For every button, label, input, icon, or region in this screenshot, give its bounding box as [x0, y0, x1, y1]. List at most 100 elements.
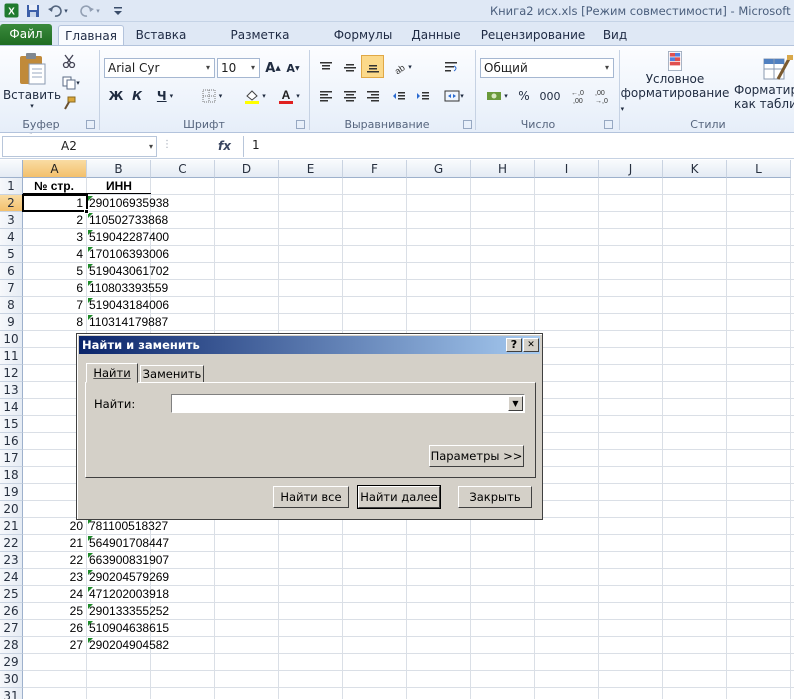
- cell-a5[interactable]: 4: [25, 246, 83, 262]
- currency-format-icon[interactable]: ▾: [481, 86, 513, 106]
- column-header-f[interactable]: F: [343, 160, 407, 178]
- cell-b5[interactable]: 170106393006: [89, 246, 169, 262]
- italic-button[interactable]: К: [128, 86, 146, 106]
- tab-file[interactable]: Файл: [0, 24, 52, 46]
- excel-logo-icon[interactable]: X: [3, 2, 19, 19]
- row-header-27[interactable]: 27: [0, 620, 23, 637]
- fill-handle[interactable]: [84, 209, 89, 214]
- close-button[interactable]: Закрыть: [458, 486, 532, 508]
- row-header-20[interactable]: 20: [0, 501, 23, 518]
- font-color-icon[interactable]: A ▾: [274, 86, 304, 106]
- column-header-d[interactable]: D: [215, 160, 279, 178]
- alignment-launcher-icon[interactable]: [463, 120, 472, 129]
- font-launcher-icon[interactable]: [296, 120, 305, 129]
- column-title-number[interactable]: № стр.: [25, 178, 83, 194]
- grow-font-icon[interactable]: A ▲: [263, 58, 283, 78]
- row-header-29[interactable]: 29: [0, 654, 23, 671]
- borders-icon[interactable]: ▾: [197, 86, 227, 106]
- row-header-17[interactable]: 17: [0, 450, 23, 467]
- cell-a17[interactable]: 1: [25, 450, 83, 466]
- cell-b21[interactable]: 781100518327: [89, 518, 168, 534]
- name-box[interactable]: A2 ▾: [2, 136, 157, 157]
- row-header-3[interactable]: 3: [0, 212, 23, 229]
- cell-a26[interactable]: 25: [25, 603, 83, 619]
- row-header-11[interactable]: 11: [0, 348, 23, 365]
- tab-data[interactable]: Данные: [406, 25, 466, 46]
- column-header-k[interactable]: K: [663, 160, 727, 178]
- undo-icon[interactable]: ▾: [46, 2, 70, 19]
- row-header-23[interactable]: 23: [0, 552, 23, 569]
- cell-b22[interactable]: 564901708447: [89, 535, 169, 551]
- cell-a12[interactable]: 1: [25, 365, 83, 381]
- row-header-1[interactable]: 1: [0, 178, 23, 195]
- cell-b2[interactable]: 290106935938: [89, 195, 169, 211]
- shrink-font-icon[interactable]: A ▼: [284, 58, 302, 78]
- row-header-31[interactable]: 31: [0, 688, 23, 699]
- row-header-26[interactable]: 26: [0, 603, 23, 620]
- row-header-19[interactable]: 19: [0, 484, 23, 501]
- formula-input[interactable]: 1: [243, 136, 794, 157]
- cell-b23[interactable]: 663900831907: [89, 552, 169, 568]
- column-title-inn[interactable]: ИНН: [89, 178, 149, 194]
- cell-a7[interactable]: 6: [25, 280, 83, 296]
- cell-a4[interactable]: 3: [25, 229, 83, 245]
- cell-a8[interactable]: 7: [25, 297, 83, 313]
- conditional-format-button[interactable]: Условное форматирование ▾: [621, 50, 729, 114]
- align-middle-icon[interactable]: [339, 56, 361, 78]
- save-icon[interactable]: [24, 2, 42, 19]
- align-top-icon[interactable]: [315, 56, 337, 78]
- cell-b27[interactable]: 510904638615: [89, 620, 169, 636]
- underline-button[interactable]: Ч ▾: [150, 86, 180, 106]
- cell-a16[interactable]: 1: [25, 433, 83, 449]
- cell-b9[interactable]: 110314179887: [89, 314, 168, 330]
- row-header-30[interactable]: 30: [0, 671, 23, 688]
- row-header-8[interactable]: 8: [0, 297, 23, 314]
- row-header-15[interactable]: 15: [0, 416, 23, 433]
- align-bottom-icon[interactable]: [361, 55, 384, 78]
- wrap-text-icon[interactable]: [440, 56, 462, 78]
- cell-a25[interactable]: 24: [25, 586, 83, 602]
- row-header-13[interactable]: 13: [0, 382, 23, 399]
- cell-a14[interactable]: 1: [25, 399, 83, 415]
- orientation-icon[interactable]: ab ▾: [388, 56, 416, 78]
- cell-a11[interactable]: 1: [25, 348, 83, 364]
- tab-find[interactable]: Найти: [86, 363, 138, 383]
- row-header-10[interactable]: 10: [0, 331, 23, 348]
- cell-a3[interactable]: 2: [25, 212, 83, 228]
- row-header-21[interactable]: 21: [0, 518, 23, 535]
- font-name-combo[interactable]: Arial Cyr ▾: [104, 58, 215, 78]
- cell-a19[interactable]: 1: [25, 484, 83, 500]
- copy-icon[interactable]: ▾: [60, 74, 82, 92]
- find-history-dropdown-icon[interactable]: ▼: [508, 396, 523, 411]
- row-header-14[interactable]: 14: [0, 399, 23, 416]
- tab-insert[interactable]: Вставка: [133, 25, 189, 46]
- tab-home[interactable]: Главная: [58, 25, 124, 46]
- tab-formulas[interactable]: Формулы: [332, 25, 394, 46]
- percent-button[interactable]: %: [516, 86, 532, 106]
- row-header-9[interactable]: 9: [0, 314, 23, 331]
- align-center-icon[interactable]: [339, 86, 361, 106]
- row-header-28[interactable]: 28: [0, 637, 23, 654]
- number-launcher-icon[interactable]: [604, 120, 613, 129]
- column-header-h[interactable]: H: [471, 160, 535, 178]
- row-header-16[interactable]: 16: [0, 433, 23, 450]
- row-header-2[interactable]: 2: [0, 195, 23, 212]
- cell-b4[interactable]: 519042287400: [89, 229, 169, 245]
- cell-a24[interactable]: 23: [25, 569, 83, 585]
- cell-a15[interactable]: 1: [25, 416, 83, 432]
- cell-b28[interactable]: 290204904582: [89, 637, 169, 653]
- align-left-icon[interactable]: [315, 86, 337, 106]
- cell-a13[interactable]: 1: [25, 382, 83, 398]
- merge-center-icon[interactable]: ▾: [440, 86, 468, 106]
- decrease-indent-icon[interactable]: [388, 86, 410, 106]
- row-header-12[interactable]: 12: [0, 365, 23, 382]
- cell-b26[interactable]: 290133355252: [89, 603, 169, 619]
- tab-view[interactable]: Вид: [598, 25, 632, 46]
- tab-page-layout[interactable]: Разметка страницы: [200, 25, 320, 62]
- bold-button[interactable]: Ж: [107, 86, 125, 106]
- cell-a27[interactable]: 26: [25, 620, 83, 636]
- cell-a6[interactable]: 5: [25, 263, 83, 279]
- increase-indent-icon[interactable]: [412, 86, 434, 106]
- cell-a22[interactable]: 21: [25, 535, 83, 551]
- cell-a28[interactable]: 27: [25, 637, 83, 653]
